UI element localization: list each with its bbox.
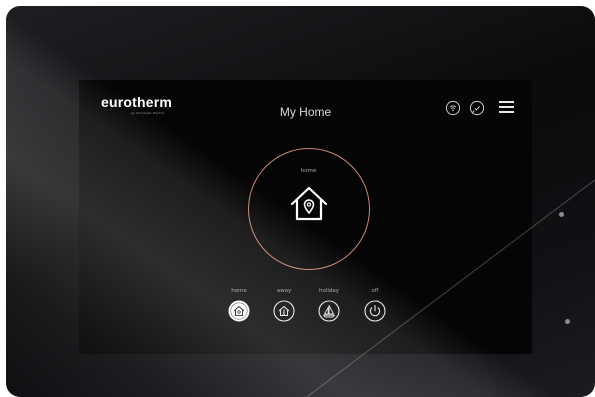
mode-off-button[interactable]: off: [353, 288, 397, 322]
mode-home-label: home: [231, 288, 247, 294]
wifi-signal-icon[interactable]: [445, 100, 461, 116]
mode-away-label: away: [276, 288, 292, 294]
house-walking-person-icon: [273, 300, 295, 322]
hamburger-menu-icon[interactable]: [499, 101, 515, 115]
current-mode-label: home: [300, 168, 317, 174]
mode-holiday-button[interactable]: holiday: [307, 288, 351, 322]
power-icon: [364, 300, 386, 322]
current-mode-dial[interactable]: home: [248, 148, 370, 270]
thermostat-device: eurotherm by Schneider Electric My Home: [6, 6, 595, 397]
side-indicator-bottom: [565, 319, 570, 324]
house-location-icon: [288, 183, 330, 225]
mode-away-button[interactable]: away: [262, 288, 306, 322]
mode-off-label: off: [371, 288, 379, 294]
house-icon: [228, 300, 250, 322]
page-title: My Home: [279, 105, 332, 119]
notification-check-icon[interactable]: [469, 100, 485, 116]
touch-screen: eurotherm by Schneider Electric My Home: [79, 80, 532, 354]
mode-holiday-label: holiday: [318, 288, 340, 294]
side-indicator-top: [559, 212, 564, 217]
sailboat-icon: [318, 300, 340, 322]
mode-home-button[interactable]: home: [217, 288, 261, 322]
